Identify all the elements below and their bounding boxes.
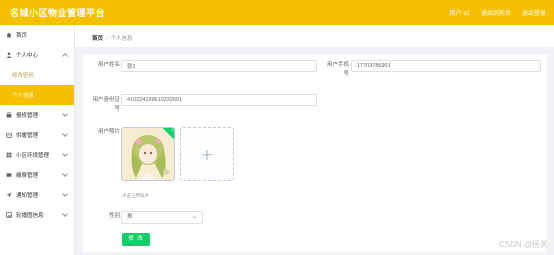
name-input[interactable]: [121, 60, 317, 72]
submenu-item-personal-info[interactable]: 个人信息: [0, 85, 74, 105]
logout-link[interactable]: 退出登录: [522, 8, 546, 17]
uploaded-photo[interactable]: ✓: [121, 127, 175, 181]
sidebar-item-label: 供暖管理: [16, 133, 39, 139]
chevron-down-icon: [192, 214, 197, 219]
wallet-icon: [6, 172, 12, 178]
chevron-up-icon: [62, 53, 68, 59]
phone-label: 用户手机号: [326, 62, 349, 77]
id-card-label: 用户身份证号: [92, 97, 120, 112]
sidebar-item-personal-center[interactable]: 个人中心: [0, 45, 74, 65]
sidebar-item-payment[interactable]: 缴费管理: [0, 165, 74, 185]
current-user-label[interactable]: 用户 a1: [450, 8, 470, 17]
photo-label: 用户照片: [97, 129, 120, 135]
chevron-down-icon: [62, 211, 68, 217]
image-icon: [6, 212, 12, 218]
watermark: CSDN @杨芙: [498, 240, 548, 249]
phone-input[interactable]: [351, 60, 541, 72]
grid-icon: [6, 152, 12, 158]
chevron-down-icon: [62, 111, 68, 117]
chevron-down-icon: [62, 191, 68, 197]
sidebar-item-notice[interactable]: 通知管理: [0, 185, 74, 205]
gender-select[interactable]: 男: [121, 211, 203, 224]
gender-label: 性别: [108, 213, 120, 219]
sidebar-item-label: 轮播图信息: [16, 213, 44, 219]
sidebar-item-carousel[interactable]: 轮播图信息: [0, 205, 74, 225]
upload-add-button[interactable]: +: [180, 127, 234, 181]
avatar-illustration: [122, 128, 174, 180]
heat-icon: [6, 132, 12, 138]
sidebar-item-label: 首页: [16, 33, 28, 39]
sidebar-item-environment[interactable]: 小区环境管理: [0, 145, 74, 165]
sidebar-item-label: 个人中心: [16, 53, 39, 59]
sidebar-item-label: 小区环境管理: [16, 153, 50, 159]
sidebar-item-label: 报修管理: [16, 113, 39, 119]
sidebar: 首页 个人中心 修改密码 个人信息 报修管理 供暖管理 小区环境管理 缴费管理 …: [0, 25, 75, 255]
app-title: 名城小区物业管理平台: [10, 8, 106, 18]
chevron-down-icon: [62, 171, 68, 177]
sidebar-item-label: 通知管理: [16, 193, 39, 199]
breadcrumb-separator: /: [106, 36, 108, 42]
plus-icon: +: [200, 144, 214, 164]
sidebar-item-heating[interactable]: 供暖管理: [0, 125, 74, 145]
tools-icon: [6, 112, 12, 118]
submenu-item-change-password[interactable]: 修改密码: [0, 65, 74, 85]
gender-selected-value: 男: [127, 214, 133, 220]
header-nav: 用户 a1 退出到前台 退出登录: [450, 8, 546, 17]
send-icon: [6, 192, 12, 198]
sidebar-item-home[interactable]: 首页: [0, 25, 74, 45]
breadcrumb-home[interactable]: 首页: [92, 36, 103, 42]
name-label: 用户姓名: [97, 62, 120, 68]
sidebar-item-label: 缴费管理: [16, 173, 39, 179]
home-icon: [6, 32, 12, 38]
user-icon: [6, 52, 12, 58]
id-card-input[interactable]: [121, 94, 317, 106]
main-content: 首页/个人信息 用户姓名 用户手机号 用户身份证号 用户照片: [75, 25, 554, 255]
upload-tip: 点击上传照片: [122, 193, 149, 198]
breadcrumb: 首页 / 个人信息: [75, 25, 554, 48]
submit-button[interactable]: 修 改: [122, 233, 150, 246]
profile-form-card: 用户姓名 用户手机号 用户身份证号 用户照片 ✓: [83, 54, 547, 252]
chevron-down-icon: [62, 131, 68, 137]
chevron-down-icon: [62, 151, 68, 157]
breadcrumb-current: 个人信息: [110, 36, 133, 42]
top-header: 名城小区物业管理平台 用户 a1 退出到前台 退出登录: [0, 0, 554, 25]
sidebar-item-repair[interactable]: 报修管理: [0, 105, 74, 125]
frontend-link[interactable]: 退出到前台: [481, 8, 511, 17]
check-icon: ✓: [170, 127, 175, 134]
